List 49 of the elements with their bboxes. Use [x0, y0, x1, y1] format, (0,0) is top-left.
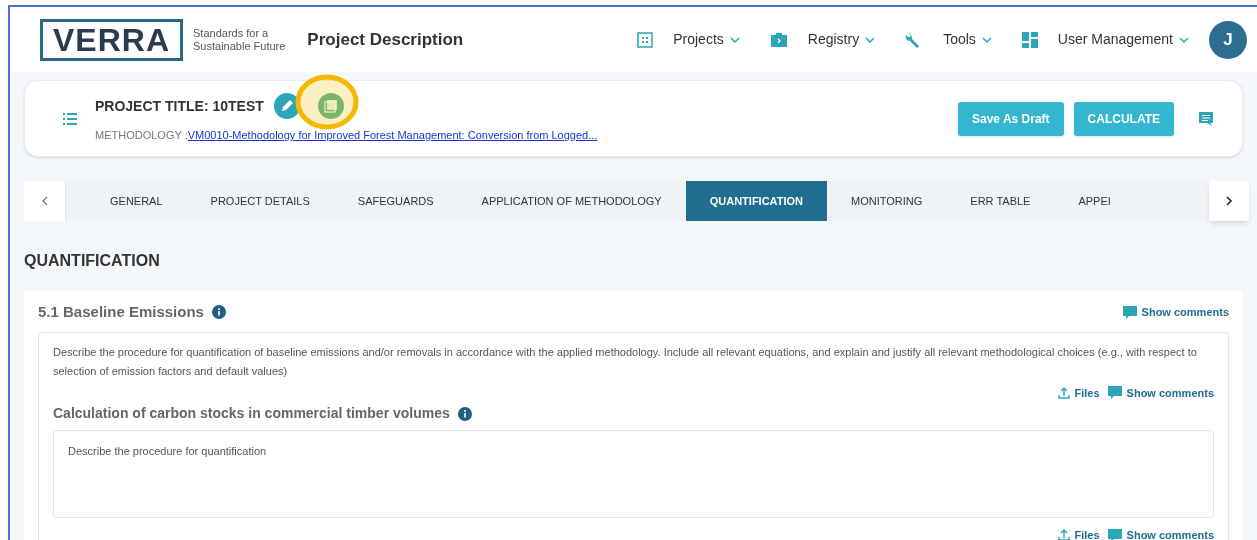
- comment-icon: [1107, 528, 1122, 540]
- nav-menu[interactable]: Projects: [673, 29, 740, 50]
- chevron-down-icon: [1179, 36, 1189, 43]
- files-link[interactable]: Files: [1057, 384, 1100, 401]
- subsection-title: Calculation of carbon stocks in commercial timber volumes: [53, 404, 450, 423]
- chevron-down-icon: [981, 36, 992, 43]
- user-avatar[interactable]: J: [1209, 20, 1247, 59]
- logo-tagline: Standards for a: [193, 26, 270, 40]
- tab[interactable]: QUANTIFICATION: [685, 181, 827, 221]
- show-comments-link[interactable]: Show comments: [1107, 384, 1214, 401]
- section-heading: QUANTIFICATION: [24, 251, 161, 271]
- text-area[interactable]: Describe the procedure for quantification: [53, 430, 1214, 518]
- section-description: Describe the procedure for quantification of baseline emissions and/or removals in accordance with the applied methodology. Include all relevant equations, and explain and justify all relevant methodological choices (e.g., with respect to selection of emission factors and default values): [53, 344, 1198, 379]
- tab[interactable]: ERR TABLE: [946, 181, 1055, 221]
- info-icon[interactable]: [211, 305, 226, 320]
- logo-tagline: Sustainable Future: [193, 39, 286, 53]
- methodology-label: METHODOLOGY :: [95, 129, 188, 142]
- upload-icon: [1057, 529, 1070, 540]
- upload-icon: [1057, 386, 1070, 399]
- tab[interactable]: GENERAL: [86, 181, 187, 221]
- list-icon[interactable]: [63, 112, 77, 125]
- show-comments-link[interactable]: Show comments: [1122, 304, 1229, 321]
- dashboard-icon: [1021, 31, 1038, 48]
- chevron-down-icon: [729, 36, 740, 43]
- project-title: PROJECT TITLE: 10TEST: [95, 96, 264, 116]
- nav-menu[interactable]: Registry: [807, 29, 876, 50]
- edit-icon[interactable]: [273, 93, 300, 120]
- tab[interactable]: APPEI: [1054, 181, 1135, 221]
- page-title: Project Description: [307, 28, 464, 51]
- tab[interactable]: PROJECT DETAILS: [186, 181, 334, 221]
- tab[interactable]: APPLICATION OF METHODOLOGY: [457, 181, 686, 221]
- chevron-down-icon: [865, 36, 876, 43]
- comment-icon[interactable]: [1198, 110, 1214, 127]
- nav-menu[interactable]: User Management: [1057, 29, 1189, 50]
- verra-logo: VERRA: [40, 18, 183, 61]
- comment-icon: [1122, 305, 1137, 319]
- show-comments-link[interactable]: Show comments: [1107, 527, 1214, 540]
- chevron-right-icon: [1225, 196, 1233, 206]
- chevron-left-icon: [40, 196, 49, 206]
- grid-icon: [637, 31, 654, 48]
- pdf-icon[interactable]: [317, 93, 344, 120]
- files-link[interactable]: Files: [1057, 527, 1100, 540]
- comment-icon: [1107, 386, 1122, 400]
- nav-menu[interactable]: Tools: [943, 29, 992, 50]
- section-title: 5.1 Baseline Emissions: [38, 302, 204, 322]
- briefcase-icon: [769, 31, 788, 48]
- tab[interactable]: MONITORING: [827, 181, 947, 221]
- info-icon[interactable]: [457, 406, 472, 421]
- tab[interactable]: SAFEGUARDS: [333, 181, 458, 221]
